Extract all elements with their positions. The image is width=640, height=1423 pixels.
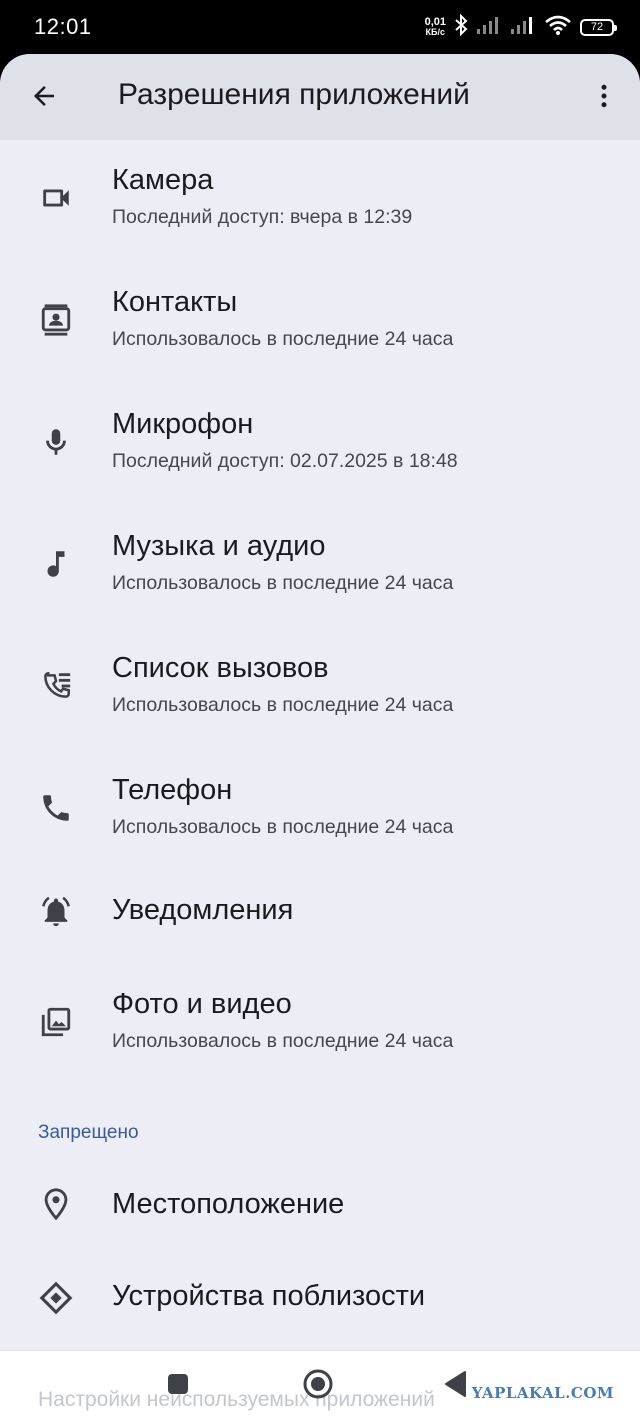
permission-item-music-audio[interactable]: Музыка и аудио Использовалось в последни… (0, 524, 640, 634)
home-button[interactable] (298, 1366, 338, 1406)
permission-item-photos-videos[interactable]: Фото и видео Использовалось в последние … (0, 982, 640, 1092)
back-nav-button[interactable] (436, 1366, 476, 1406)
permission-title: Контакты (112, 286, 238, 318)
arrow-back-icon (29, 81, 59, 116)
notification-bell-icon (36, 892, 76, 932)
more-options-button[interactable] (582, 76, 626, 120)
microphone-icon (36, 422, 76, 462)
battery-icon: 72 (580, 18, 617, 36)
permission-item-camera[interactable]: Камера Последний доступ: вчера в 12:39 (0, 158, 640, 268)
contacts-icon (36, 300, 76, 340)
permission-item-phone[interactable]: Телефон Использовалось в последние 24 ча… (0, 768, 640, 878)
permission-title: Местоположение (112, 1188, 345, 1220)
permission-title: Телефон (112, 774, 233, 806)
wifi-icon (544, 14, 572, 41)
watermark: YAPLAKAL.COM (471, 1384, 614, 1402)
permission-title: Микрофон (112, 408, 254, 440)
permission-item-contacts[interactable]: Контакты Использовалось в последние 24 ч… (0, 280, 640, 390)
permission-item-microphone[interactable]: Микрофон Последний доступ: 02.07.2025 в … (0, 402, 640, 512)
permission-title: Устройства поблизости (112, 1280, 426, 1312)
location-pin-icon (36, 1184, 76, 1224)
permission-subtitle: Использовалось в последние 24 часа (112, 328, 454, 350)
permission-item-call-log[interactable]: Список вызовов Использовалось в последни… (0, 646, 640, 756)
permission-subtitle: Использовалось в последние 24 часа (112, 816, 454, 838)
status-bar: 12:01 0,01 КБ/с 72 (0, 0, 640, 54)
permission-subtitle: Использовалось в последние 24 часа (112, 694, 454, 716)
signal-icon (510, 15, 536, 40)
net-speed-unit: КБ/с (425, 27, 446, 37)
permission-title: Фото и видео (112, 988, 292, 1020)
nearby-devices-icon (36, 1278, 76, 1318)
permission-item-nearby-devices[interactable]: Устройства поблизости (0, 1272, 640, 1352)
permission-title: Камера (112, 164, 214, 196)
phone-icon (36, 788, 76, 828)
permission-subtitle: Последний доступ: вчера в 12:39 (112, 206, 413, 228)
back-button[interactable] (22, 76, 66, 120)
more-vert-icon (589, 81, 619, 116)
permission-subtitle: Использовалось в последние 24 часа (112, 572, 454, 594)
recents-square-icon (166, 1372, 190, 1401)
permission-title: Уведомления (112, 894, 294, 926)
home-circle-icon (302, 1368, 334, 1405)
net-speed-value: 0,01 (424, 16, 446, 28)
permission-subtitle: Использовалось в последние 24 часа (112, 1030, 454, 1052)
page-title: Разрешения приложений (118, 78, 470, 111)
section-header-denied: Запрещено (38, 1122, 139, 1143)
network-speed: 0,01 КБ/с (424, 16, 446, 38)
battery-level: 72 (590, 21, 604, 33)
camera-icon (36, 178, 76, 218)
permission-title: Музыка и аудио (112, 530, 326, 562)
permission-item-location[interactable]: Местоположение (0, 1180, 640, 1260)
unused-apps-settings-item[interactable]: Настройки неиспользуемых приложений (38, 1388, 435, 1412)
call-log-icon (36, 666, 76, 706)
photo-library-icon (36, 1002, 76, 1042)
permission-subtitle: Последний доступ: 02.07.2025 в 18:48 (112, 450, 458, 472)
back-triangle-icon (443, 1370, 469, 1403)
status-time: 12:01 (34, 14, 92, 39)
signal-icon (476, 15, 502, 40)
recents-button[interactable] (160, 1368, 196, 1404)
permission-item-notifications[interactable]: Уведомления (0, 890, 640, 980)
app-bar: Разрешения приложений (0, 54, 640, 140)
bluetooth-icon (454, 13, 468, 41)
music-note-icon (36, 544, 76, 584)
permissions-screen: Разрешения приложений Камера Последний д… (0, 54, 640, 1423)
status-icons: 0,01 КБ/с 72 (424, 12, 617, 42)
permission-title: Список вызовов (112, 652, 329, 684)
